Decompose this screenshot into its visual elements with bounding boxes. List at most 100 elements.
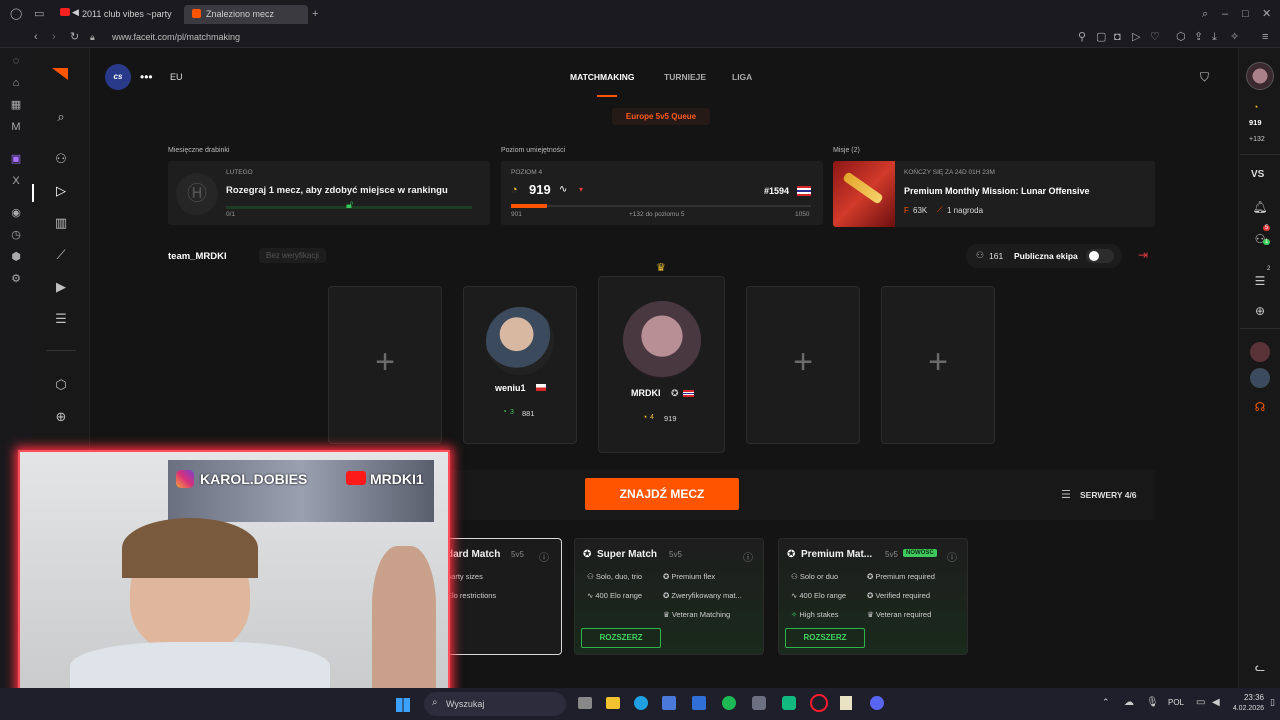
info-icon[interactable]: ⓘ (539, 549, 549, 564)
skill-card[interactable]: POZIOM 4 ◔ 919 ∿ ▾ #1594 901 +132 do poz… (501, 161, 823, 225)
play-icon[interactable]: ▷ (52, 184, 70, 198)
stats-icon[interactable]: ⟋ (52, 248, 70, 262)
add-icon[interactable]: ⊕ (52, 410, 70, 424)
x-icon[interactable]: X (9, 174, 23, 188)
forward-icon[interactable]: › (52, 30, 56, 44)
back-icon[interactable]: ‹ (34, 30, 38, 44)
mail-icon[interactable] (692, 696, 706, 710)
new-tab-icon[interactable]: + (312, 7, 318, 21)
watch-icon[interactable]: ▶ (52, 280, 70, 294)
camera-icon[interactable]: ◘ (1114, 30, 1121, 44)
team-name[interactable]: team_MRDKI (168, 251, 227, 262)
minimize-icon[interactable]: – (1222, 7, 1228, 21)
empty-slot[interactable]: + (746, 286, 860, 444)
tray-expand-icon[interactable]: ⌃ (1102, 697, 1110, 708)
mode-standard-match[interactable]: dard Match 5v5 ⓘ party sizes Elo restric… (440, 538, 562, 655)
windows-start-icon[interactable] (396, 698, 410, 712)
app-icon[interactable] (782, 696, 796, 710)
store-icon[interactable] (662, 696, 676, 710)
heart-icon[interactable]: ♡ (1150, 30, 1160, 44)
chevron-down-icon[interactable]: ▾ (579, 185, 583, 194)
taskbar-search[interactable]: ⌕ Wyszukaj (424, 692, 566, 716)
player-icon[interactable]: ◉ (9, 206, 23, 220)
bell-icon[interactable]: 🔔︎ (1251, 200, 1269, 214)
tab-overview-icon[interactable]: ▭ (34, 7, 44, 21)
friend-avatar[interactable] (1250, 342, 1270, 362)
file-explorer-icon[interactable] (606, 697, 620, 709)
feed-icon[interactable]: ☰ (52, 312, 70, 326)
address-field[interactable]: www.faceit.com/pl/matchmaking (112, 32, 240, 42)
download-icon[interactable]: ⤓ (1212, 30, 1217, 44)
pin-icon[interactable]: ⚲ (1078, 30, 1086, 44)
avatar[interactable] (486, 307, 554, 375)
settings-icon[interactable]: ⚙ (9, 272, 23, 286)
history-icon[interactable]: ◷ (9, 228, 23, 242)
versus-button[interactable]: VS (1251, 169, 1264, 180)
discord-icon[interactable] (870, 696, 884, 710)
servers-button[interactable]: SERWERY 4/6 (1080, 490, 1137, 500)
reload-icon[interactable]: ↻ (70, 30, 79, 44)
add-player-icon[interactable]: + (882, 343, 994, 382)
player-name[interactable]: MRDKI (631, 388, 661, 398)
party-icon[interactable]: ☰ (1251, 274, 1269, 288)
clubs-icon[interactable]: ⬡ (52, 378, 70, 392)
mode-super-match[interactable]: ✪ Super Match 5v5 ⓘ ⚇ Solo, duo, trio ✪ … (574, 538, 764, 655)
search-icon[interactable]: ⌕ (1202, 7, 1208, 21)
edge-icon[interactable] (634, 696, 648, 710)
crypto-wallet-icon[interactable]: ⌂ (9, 76, 23, 90)
avatar[interactable] (623, 301, 701, 379)
ladder-card[interactable]: Ⓗ LUTEGO Rozegraj 1 mecz, aby zdobyć mie… (168, 161, 490, 225)
mode-premium-match[interactable]: ✪ Premium Mat... 5v5 NOWOŚĆ ⓘ ⚇ Solo or … (778, 538, 968, 655)
opera-logo-icon[interactable]: ◯ (10, 7, 22, 21)
close-icon[interactable]: ✕ (1262, 7, 1271, 21)
maximize-icon[interactable]: □ (1242, 7, 1249, 21)
extensions-icon[interactable]: ⬢ (9, 250, 23, 264)
game-selector[interactable]: cs (105, 64, 131, 90)
mission-card[interactable]: KOŃCZY SIĘ ZA 24D 01H 23M Premium Monthl… (833, 161, 1155, 227)
leaderboard-icon[interactable]: ▥ (52, 216, 70, 230)
player-card[interactable]: weniu1 ◔ 3 881 (463, 286, 577, 444)
aria-icon[interactable]: ◌ (9, 54, 23, 68)
nav-matchmaking[interactable]: MATCHMAKING (570, 72, 635, 82)
region-label[interactable]: EU (170, 72, 183, 82)
user-avatar[interactable] (1246, 62, 1274, 90)
twitch-icon[interactable]: ▣ (9, 152, 23, 166)
friend-avatar[interactable] (1250, 368, 1270, 388)
volume-icon[interactable]: ◀ (1212, 697, 1220, 708)
language-indicator[interactable]: POL (1168, 698, 1184, 707)
cloud-icon[interactable]: ☁ (1124, 697, 1134, 708)
party-visibility-toggle[interactable]: ⚇ 161 Publiczna ekipa (966, 244, 1122, 268)
nav-tournaments[interactable]: TURNIEJE (664, 72, 706, 82)
expand-button[interactable]: ROZSZERZ (581, 628, 661, 648)
empty-slot[interactable]: + (881, 286, 995, 444)
tab-faceit[interactable]: Znaleziono mecz (184, 5, 308, 24)
info-icon[interactable]: ⓘ (743, 549, 753, 564)
extensions-icon[interactable]: ⬡ (1176, 30, 1186, 44)
mic-icon[interactable]: 🎙︎ (1146, 697, 1159, 708)
find-match-button[interactable]: ZNAJDŹ MECZ (585, 478, 739, 510)
aria-ai-icon[interactable]: ✧ (1230, 30, 1239, 44)
notepad-icon[interactable] (840, 696, 852, 710)
more-icon[interactable]: ••• (140, 70, 153, 84)
leave-party-icon[interactable]: ⇥ (1138, 248, 1148, 262)
tab-music[interactable]: ◀ 2011 club vibes ~party (54, 5, 174, 24)
empty-slot[interactable]: + (328, 286, 442, 444)
play-icon[interactable]: ▷ (1132, 30, 1140, 44)
faceit-logo-icon[interactable] (52, 68, 68, 80)
find-players-icon[interactable]: ⚇ (52, 152, 70, 166)
messenger-icon[interactable]: M (9, 120, 23, 134)
share-icon[interactable]: ⇪ (1194, 30, 1203, 44)
monitor-icon[interactable]: ▭ (1196, 697, 1205, 708)
notifications-icon[interactable]: ▯ (1270, 697, 1275, 708)
add-player-icon[interactable]: + (747, 343, 859, 382)
info-icon[interactable]: ⓘ (947, 549, 957, 564)
task-view-icon[interactable] (578, 697, 592, 709)
spotify-icon[interactable] (722, 696, 736, 710)
cat-logo-icon[interactable]: ᓚ (1251, 660, 1269, 674)
settings-icon[interactable] (752, 696, 766, 710)
add-icon[interactable]: ⊕ (1251, 304, 1269, 318)
add-player-icon[interactable]: + (329, 343, 441, 382)
player-name[interactable]: weniu1 (495, 383, 526, 393)
gamepad-icon[interactable]: ▦ (9, 98, 23, 112)
search-icon[interactable]: ⌕ (52, 110, 70, 124)
